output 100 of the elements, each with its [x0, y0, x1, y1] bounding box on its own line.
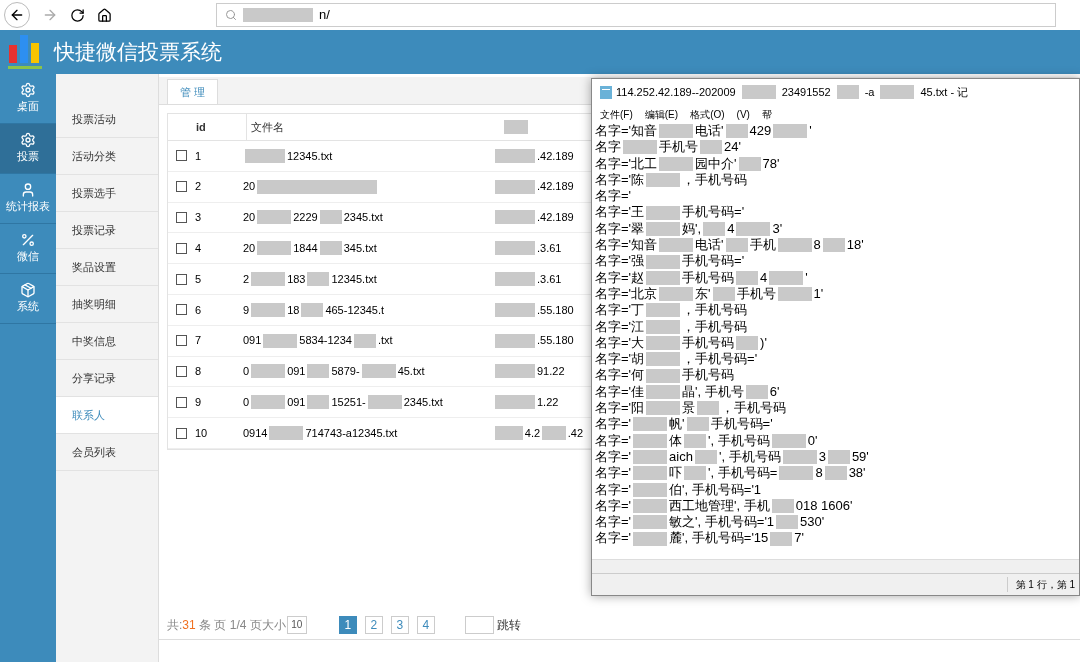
submenu-item[interactable]: 抽奖明细: [56, 286, 158, 323]
home-icon[interactable]: [97, 7, 112, 23]
percent-icon: [20, 232, 36, 249]
table-cell-text: 183: [287, 271, 306, 287]
text-line: 名字=': [595, 188, 632, 205]
redaction-block: [827, 450, 850, 465]
redaction-block: [741, 85, 776, 99]
text-line: 名字='何: [595, 367, 645, 384]
table-cell-text: 7: [194, 333, 203, 349]
text-line: 24': [724, 139, 741, 156]
jump-button[interactable]: 跳转: [496, 615, 521, 634]
text-line: 敏之', 手机号码='1: [669, 514, 775, 531]
text-line: 名字='丁: [595, 302, 645, 319]
text-line: 名字='赵: [595, 269, 645, 286]
reload-icon[interactable]: [70, 7, 85, 23]
redaction-block: [633, 433, 668, 448]
row-checkbox[interactable]: [176, 396, 187, 408]
row-checkbox[interactable]: [176, 273, 187, 285]
text-line: 麓', 手机号码='15: [669, 530, 769, 547]
redaction-block: [694, 450, 717, 465]
menu-item[interactable]: 帮: [761, 106, 772, 122]
menu-item[interactable]: 文件(F): [600, 106, 633, 122]
row-checkbox[interactable]: [176, 304, 187, 316]
submenu-item[interactable]: 活动分类: [56, 138, 158, 175]
redaction-block: [646, 254, 681, 269]
redaction-block: [542, 426, 566, 441]
redaction-block: [686, 417, 709, 432]
page-button[interactable]: 4: [416, 615, 435, 634]
table-cell-text: .3.61: [537, 241, 562, 257]
address-field[interactable]: n/: [216, 3, 1056, 27]
redaction-block: [777, 287, 812, 302]
text-line: ': [805, 269, 808, 286]
row-checkbox[interactable]: [176, 212, 187, 223]
text-line: 3': [772, 220, 783, 238]
window-title: -a: [864, 84, 875, 100]
submenu-item[interactable]: 投票活动: [56, 101, 158, 138]
text-line: 名字=': [595, 416, 632, 433]
redaction-block: [301, 302, 324, 317]
submenu-item[interactable]: 投票记录: [56, 212, 158, 249]
text-line: 手机号码=': [710, 416, 773, 433]
row-checkbox[interactable]: [176, 365, 187, 377]
submenu-item[interactable]: 奖品设置: [56, 249, 158, 286]
submenu-item[interactable]: 投票选手: [56, 175, 158, 212]
row-checkbox[interactable]: [176, 181, 187, 193]
table-cell-text: .txt: [377, 333, 393, 349]
text-line: 电话': [695, 123, 724, 140]
table-cell-text: 2: [194, 179, 203, 195]
submenu-item[interactable]: 中奖信息: [56, 323, 158, 360]
redaction-block: [659, 124, 694, 139]
page-size-field[interactable]: 10: [286, 615, 307, 634]
redaction-block: [251, 272, 286, 287]
redaction-block: [703, 221, 726, 236]
tab[interactable]: 管 理: [167, 79, 219, 104]
notepad-icon: [600, 85, 612, 99]
submenu-item[interactable]: 联系人: [56, 397, 158, 434]
redaction-block: [633, 482, 668, 497]
jump-page-field[interactable]: [464, 615, 494, 634]
text-line: 名字='江: [595, 318, 645, 335]
table-cell-text: 091: [287, 364, 306, 380]
page-button[interactable]: 1: [338, 615, 357, 634]
redaction-block: [633, 417, 668, 432]
page-button[interactable]: 2: [364, 615, 383, 634]
text-line: 名字='北京: [595, 285, 658, 303]
row-checkbox[interactable]: [176, 335, 187, 347]
table-cell-text: 1.22: [537, 395, 559, 410]
text-line: 530': [800, 514, 825, 531]
horizontal-scrollbar[interactable]: [592, 559, 1079, 573]
redaction-block: [263, 333, 298, 348]
row-checkbox[interactable]: [176, 427, 187, 439]
submenu-item[interactable]: 会员列表: [56, 434, 158, 471]
menu-item[interactable]: (V): [736, 106, 750, 122]
table-cell-text: .42: [567, 425, 583, 441]
text-line: ，手机号码: [682, 171, 748, 189]
app-title: 快捷微信投票系统: [54, 39, 222, 66]
text-line: ，手机号码=': [682, 351, 758, 368]
text-line: 名字='陈: [595, 171, 645, 189]
redaction-block: [880, 85, 915, 99]
row-checkbox[interactable]: [176, 150, 187, 162]
redaction-block: [659, 156, 694, 171]
nav-item[interactable]: 投票: [0, 124, 56, 174]
table-cell-text: 12345.txt: [287, 148, 333, 164]
redaction-block: [738, 156, 761, 171]
redaction-block: [623, 140, 657, 155]
text-line: 手机号码: [682, 334, 735, 352]
table-cell-text: 4.2: [524, 425, 541, 441]
redaction-block: [307, 395, 330, 410]
text-line: 园中介': [695, 155, 737, 172]
menu-item[interactable]: 格式(O): [690, 106, 725, 122]
text-line: 妈',: [682, 220, 702, 238]
page-button[interactable]: 3: [390, 615, 409, 634]
text-line: 名字=': [595, 432, 632, 449]
redaction-block: [633, 515, 668, 530]
redaction-block: [736, 336, 759, 350]
text-line: ', 手机号码: [708, 432, 770, 449]
row-checkbox[interactable]: [176, 242, 187, 254]
menu-item[interactable]: 编辑(E): [644, 106, 679, 122]
text-line: 西工地管理', 手机: [669, 497, 770, 515]
text-line: 名字='胡: [595, 351, 645, 368]
redaction-block: [307, 272, 330, 287]
text-line: 6': [769, 383, 780, 401]
